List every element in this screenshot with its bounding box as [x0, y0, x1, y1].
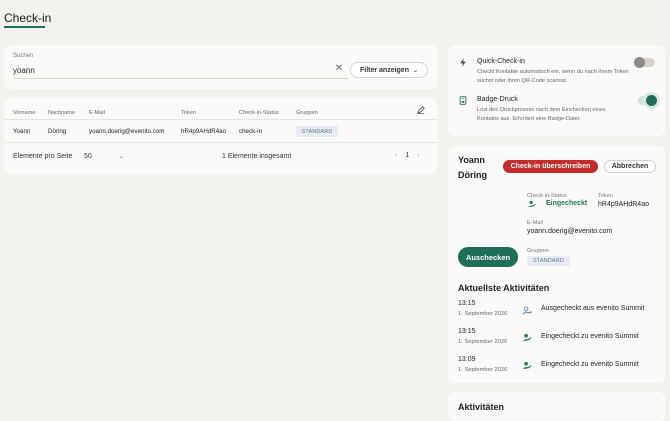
page-size-select[interactable]: 50 ⌄	[84, 150, 124, 162]
user-checkout-icon	[522, 306, 532, 315]
activity-date: 1. September 2026	[458, 311, 508, 317]
badge-print-toggle[interactable]	[638, 95, 658, 106]
recent-activities-title: Aktuellste Aktivitäten	[458, 283, 550, 293]
column-header-status[interactable]: Check-in-Status	[239, 110, 279, 116]
current-page: 1	[405, 152, 410, 159]
user-check-icon	[522, 361, 532, 370]
email-label: E-Mail	[527, 220, 543, 226]
search-label: Suchen	[13, 53, 34, 59]
quick-checkin-toggle[interactable]	[634, 57, 655, 68]
checkin-status-value: Eingecheckt	[546, 200, 588, 207]
activities-title: Aktivitäten	[458, 402, 505, 412]
token-label: Token	[598, 193, 613, 199]
page-size-value: 50	[84, 152, 92, 160]
search-underline	[13, 78, 349, 79]
page-size-label: Elemente pro Seite	[13, 153, 73, 160]
cell-status: check-in	[239, 128, 263, 135]
activity-date: 1. September 2026	[458, 367, 508, 373]
filter-button-label: Filter anzeigen	[359, 66, 409, 74]
cell-token: hR4p9AHdR4ao	[181, 128, 227, 135]
toggle-knob	[634, 57, 645, 68]
contact-last-name: Döring	[458, 170, 487, 180]
activity-date: 1. September 2026	[458, 339, 508, 345]
show-filter-button[interactable]: Filter anzeigen ⌄	[350, 62, 428, 78]
activity-time: 13:09	[458, 356, 476, 363]
quick-checkin-title: Quick-Check-in	[477, 58, 525, 65]
activity-time: 13:15	[458, 300, 476, 307]
clear-search-icon[interactable]: ✕	[334, 63, 344, 75]
cell-email: yoann.doerig@evenito.com	[89, 128, 165, 135]
cell-last-name: Döring	[48, 128, 67, 135]
contact-first-name: Yoann	[458, 155, 485, 165]
group-badge: STANDARD	[527, 256, 570, 266]
activity-time: 13:15	[458, 328, 476, 335]
table-header-divider	[4, 119, 438, 120]
edit-columns-icon[interactable]	[417, 106, 425, 114]
checkout-button[interactable]: Auschecken	[458, 247, 518, 267]
tab-bar: Check-in	[0, 0, 670, 34]
quick-checkin-description: Checkt Kontakte automatisch ein, wenn du…	[477, 69, 629, 84]
user-check-icon	[528, 200, 536, 208]
email-value: yoann.doerig@evenito.com	[527, 228, 613, 235]
cancel-button[interactable]: Abbrechen	[604, 160, 656, 173]
column-header-last-name[interactable]: Nachname	[48, 110, 75, 116]
toggle-knob	[646, 95, 657, 106]
column-header-first-name[interactable]: Vorname	[13, 110, 35, 116]
column-header-email[interactable]: E-Mail	[89, 110, 105, 116]
activity-text: Ausgecheckt aus evenito Summit	[541, 305, 645, 312]
chevron-down-icon: ⌄	[412, 67, 419, 74]
group-badge: STANDARD	[296, 126, 338, 137]
search-input[interactable]	[9, 62, 353, 79]
tab-check-in[interactable]: Check-in	[4, 11, 51, 25]
active-tab-indicator	[4, 26, 45, 28]
chevron-down-icon: ⌄	[118, 153, 124, 160]
previous-page-icon[interactable]: ‹	[395, 152, 397, 159]
badge-print-description: Löst den Druckprozess nach dem Einchecke…	[477, 107, 606, 122]
lightning-icon	[460, 58, 466, 67]
cell-first-name: Yoann	[13, 128, 31, 135]
activity-text: Eingecheckt zu evenito Summit	[541, 361, 639, 368]
table-row-divider	[4, 142, 438, 143]
total-count: 1 Elemente insgesamt	[222, 153, 292, 160]
token-value: hR4p9AHdR4ao	[598, 201, 649, 208]
pagination: ‹ 1 ›	[395, 152, 420, 159]
user-check-icon	[522, 333, 532, 342]
override-checkin-button[interactable]: Check-in überschreiben	[503, 160, 598, 173]
next-page-icon[interactable]: ›	[417, 152, 419, 159]
checkin-status-label: Check-in-Status	[527, 193, 567, 199]
badge-print-title: Badge-Druck	[477, 96, 518, 103]
activity-text: Eingecheckt zu evenito Summit	[541, 333, 639, 340]
column-header-token[interactable]: Token	[181, 110, 196, 116]
groups-label: Gruppen	[527, 248, 549, 254]
column-header-groups[interactable]: Gruppen	[296, 110, 318, 116]
badge-print-icon	[459, 96, 467, 105]
